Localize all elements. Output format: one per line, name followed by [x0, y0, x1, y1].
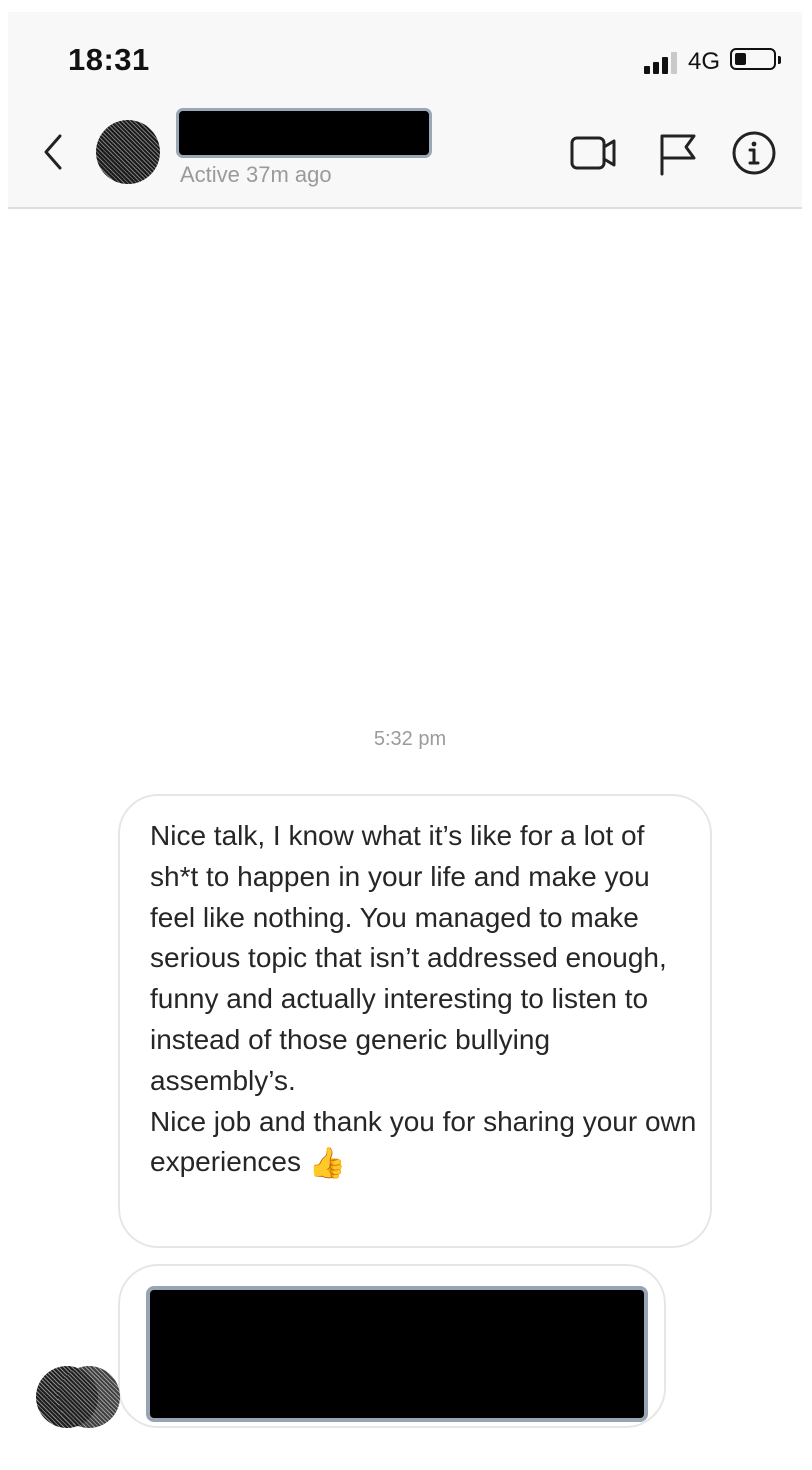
message-body: Nice talk, I know what it’s like for a l…	[150, 820, 697, 1178]
battery-level	[735, 53, 746, 65]
battery-icon	[730, 48, 776, 70]
video-camera-icon	[570, 136, 616, 170]
back-button[interactable]	[36, 130, 72, 174]
chevron-left-icon	[44, 134, 62, 170]
message-timestamp: 5:32 pm	[373, 728, 447, 750]
thumbs-up-icon: 👍	[308, 1147, 347, 1181]
report-button[interactable]	[652, 130, 704, 176]
info-button[interactable]	[728, 130, 780, 176]
active-status: Active 37m ago	[180, 162, 332, 187]
message-bubble-redacted[interactable]	[118, 1264, 666, 1428]
battery-cap	[778, 56, 781, 64]
message-text: Nice talk, I know what it’s like for a l…	[150, 816, 698, 1185]
status-time: 18:31	[68, 42, 150, 77]
network-type: 4G	[688, 48, 721, 75]
message-bubble[interactable]: Nice talk, I know what it’s like for a l…	[118, 794, 712, 1248]
sender-avatar[interactable]	[36, 1366, 122, 1430]
signal-strength-icon	[644, 52, 686, 74]
top-bar: 18:31 4G Active 37m ago	[8, 12, 802, 209]
video-call-button[interactable]	[568, 130, 620, 176]
contact-name-redacted[interactable]	[176, 108, 432, 158]
direct-message-screen: 18:31 4G Active 37m ago 5:32 pm Nice tal…	[0, 0, 812, 1470]
flag-icon	[660, 134, 696, 176]
info-icon	[732, 131, 776, 175]
contact-avatar[interactable]	[96, 120, 160, 184]
redacted-content	[146, 1286, 648, 1422]
